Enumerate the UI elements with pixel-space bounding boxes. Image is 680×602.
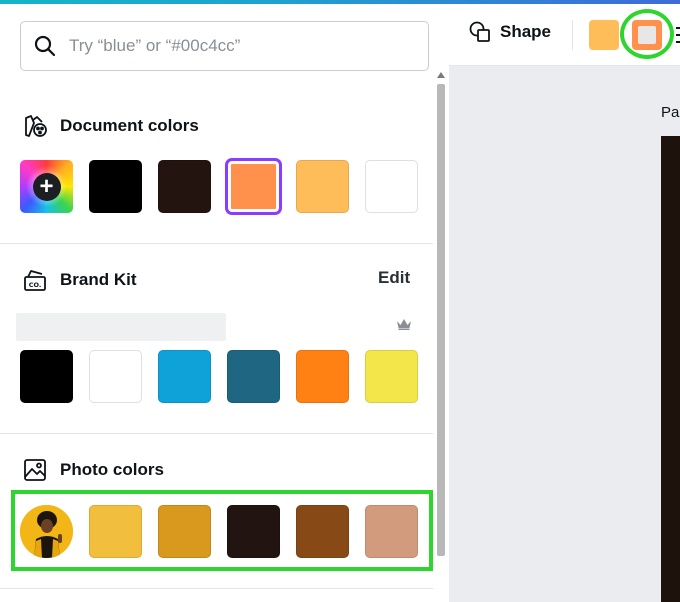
svg-text:CO.: CO. — [29, 281, 42, 289]
brand-color-swatch[interactable] — [20, 350, 73, 403]
shape-icon — [469, 21, 490, 42]
brand-color-swatch[interactable] — [296, 350, 349, 403]
search-icon — [34, 35, 56, 57]
scroll-up-arrow[interactable] — [437, 72, 445, 78]
photo-icon — [24, 459, 46, 481]
brand-kit-icon: CO. — [24, 270, 46, 291]
brand-kit-colors-row — [20, 350, 418, 403]
design-page[interactable] — [661, 136, 680, 602]
document-colors-header: Document colors — [22, 113, 199, 139]
document-color-swatch[interactable] — [158, 160, 211, 213]
brand-kit-header: CO. Brand Kit — [22, 267, 137, 293]
brand-kit-edit-link[interactable]: Edit — [378, 268, 410, 288]
document-color-swatch[interactable] — [89, 160, 142, 213]
search-input[interactable] — [69, 36, 409, 56]
photo-colors-title: Photo colors — [60, 460, 164, 479]
document-color-swatch-selected[interactable] — [225, 158, 282, 215]
photo-colors-header: Photo colors — [22, 457, 164, 483]
document-colors-title: Document colors — [60, 116, 199, 135]
shape-button[interactable]: Shape — [468, 20, 551, 44]
more-options-icon[interactable] — [676, 26, 680, 44]
page-label: Page 1 — [661, 104, 680, 121]
brand-kit-title: Brand Kit — [60, 270, 137, 289]
document-palette-icon — [25, 115, 47, 137]
brand-color-swatch[interactable] — [365, 350, 418, 403]
section-divider — [0, 243, 433, 244]
add-color-button[interactable]: + — [20, 160, 73, 213]
canvas-area — [449, 66, 680, 602]
document-color-swatch[interactable] — [365, 160, 418, 213]
brand-color-swatch[interactable] — [227, 350, 280, 403]
document-color-swatch[interactable] — [296, 160, 349, 213]
crown-icon — [397, 319, 411, 330]
scrollbar-thumb[interactable] — [437, 84, 445, 556]
section-divider — [0, 433, 433, 434]
shape-button-label: Shape — [500, 22, 552, 41]
toolbar-color-swatch[interactable] — [589, 20, 619, 50]
plus-icon: + — [32, 172, 61, 201]
section-divider — [0, 588, 433, 589]
brand-color-swatch[interactable] — [89, 350, 142, 403]
toolbar-separator — [572, 20, 573, 50]
brand-kit-name-placeholder — [16, 313, 226, 341]
photo-colors-highlight — [11, 490, 433, 571]
brand-color-swatch[interactable] — [158, 350, 211, 403]
document-colors-row: + — [20, 158, 418, 215]
toolbar-color-highlight — [620, 9, 674, 59]
color-search-box[interactable] — [20, 21, 429, 71]
